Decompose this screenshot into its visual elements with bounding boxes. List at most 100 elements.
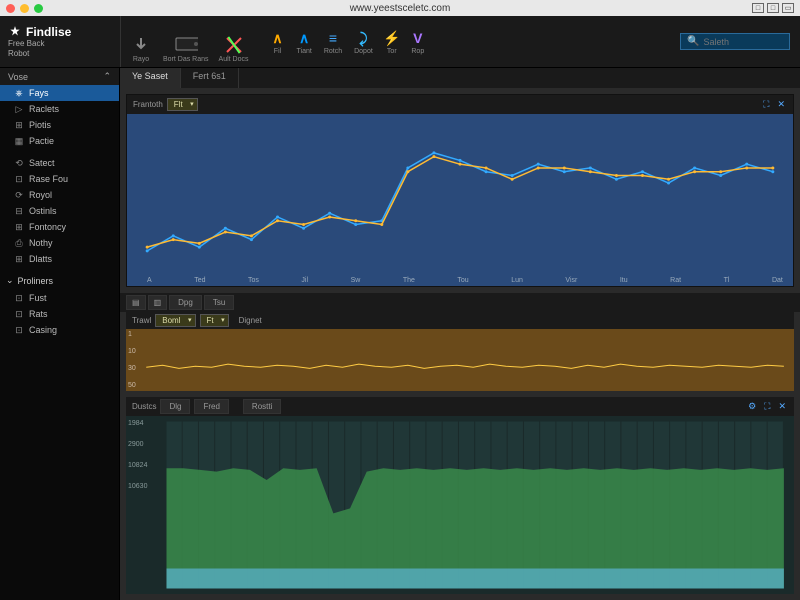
minimize-window[interactable] <box>20 4 29 13</box>
subtab-1[interactable]: Tsu <box>204 295 234 310</box>
brand-sub1: Free Back <box>8 40 112 49</box>
panel3-head: Dustcs Dlg Fred Rostti ⚙ ⛶ ✕ <box>126 397 794 416</box>
window-controls <box>6 4 43 13</box>
tab-1[interactable]: Fert 6s1 <box>181 68 239 88</box>
panel1-label: Frantoth <box>133 100 163 109</box>
sidebar-item-casing[interactable]: ⊡Casing <box>0 322 119 338</box>
arrow-down-icon <box>130 36 152 54</box>
close-window[interactable] <box>6 4 15 13</box>
main-area: Ye SasetFert 6s1 Frantoth Flt ⛶ ✕ ATedTo… <box>120 68 800 600</box>
sidebar-item-icon: ⊞ <box>14 254 24 264</box>
tool-bort[interactable]: Bort Das Rans <box>159 33 213 65</box>
sidebar-item-fontoncy[interactable]: ⊞Fontoncy <box>0 219 119 235</box>
topbar: Findlise Free Back Robot Rayo Bort Das R… <box>0 16 800 68</box>
panel2-head: Trawl Boml Ft Dignet <box>126 312 794 329</box>
sidebar-item-icon: ⊡ <box>14 309 24 319</box>
sidebar-item-fust[interactable]: ⊡Fust <box>0 290 119 306</box>
panel3-action-expand[interactable]: ⛶ <box>762 401 772 412</box>
cross-tools-icon <box>224 35 244 55</box>
sidebar-item-pactie[interactable]: ▦Pactie <box>0 133 119 149</box>
chart1: ATedTosJilSwTheTouLunVisrItuRatTlDat <box>127 114 793 286</box>
panel3-tab-0[interactable]: Dlg <box>160 399 190 414</box>
tool-rayo[interactable]: Rayo <box>125 33 157 65</box>
tool-ault[interactable]: Ault Docs <box>215 33 253 65</box>
chart2: 1103050 <box>126 329 794 391</box>
tab-0[interactable]: Ye Saset <box>120 68 181 88</box>
chart3: 198429001082410630 <box>126 416 794 594</box>
sidebar-item-icon: ⊞ <box>14 222 24 232</box>
brand-name: Findlise <box>26 25 71 39</box>
sidebar-item-icon: ⊡ <box>14 325 24 335</box>
subtab-icon-1[interactable]: ▥ <box>148 295 168 310</box>
sidebar-item-ostinls[interactable]: ⊟Ostinls <box>0 203 119 219</box>
sidebar-item-raclets[interactable]: ▷Raclets <box>0 101 119 117</box>
sidebar-item-satect[interactable]: ⟲Satect <box>0 155 119 171</box>
tool-small-icon: ∧ <box>297 28 311 48</box>
subtab-0[interactable]: Dpg <box>169 295 202 310</box>
chevron-icon: ⌃ <box>103 71 111 82</box>
panel-chart2: Trawl Boml Ft Dignet 1103050 <box>126 312 794 391</box>
tool-small-0[interactable]: ∧Fil <box>265 26 291 57</box>
brand-sub2: Robot <box>8 50 112 59</box>
tool-small-1[interactable]: ∧Tiant <box>291 26 318 57</box>
search-box[interactable]: 🔍 <box>680 33 790 50</box>
sidebar-item-icon: ⊟ <box>14 206 24 216</box>
sidebar-item-icon: ⊡ <box>14 293 24 303</box>
panel-chart3: Dustcs Dlg Fred Rostti ⚙ ⛶ ✕ 19842900108… <box>126 397 794 594</box>
url-text: www.yeestsceletc.com <box>350 3 451 14</box>
sidebar-item-rase fou[interactable]: ⊡Rase Fou <box>0 171 119 187</box>
maximize-window[interactable] <box>34 4 43 13</box>
search-input[interactable] <box>703 37 783 47</box>
panel1-head: Frantoth Flt ⛶ ✕ <box>127 95 793 114</box>
sidebar-item-piotis[interactable]: ⊞Piotis <box>0 117 119 133</box>
search-icon: 🔍 <box>687 36 699 47</box>
sidebar-section-proliners[interactable]: ⌄ Proliners <box>0 271 119 290</box>
tool-small-icon: ⤸ <box>356 28 370 48</box>
sidebar-item-icon: ▦ <box>14 136 24 146</box>
titlebar: www.yeestsceletc.com □ □ ▭ <box>0 0 800 16</box>
sidebar-item-dlatts[interactable]: ⊞Dlatts <box>0 251 119 267</box>
sidebar-item-icon: ⟳ <box>14 190 24 200</box>
chevron-down-icon: ⌄ <box>6 275 14 286</box>
panel3-action-close[interactable]: ✕ <box>776 401 788 412</box>
toolgroup-main: Rayo Bort Das Rans Ault Docs <box>120 16 257 67</box>
panel1-action-expand[interactable]: ⛶ <box>761 99 771 110</box>
panel-chart1: Frantoth Flt ⛶ ✕ ATedTosJilSwTheTouLunVi… <box>126 94 794 287</box>
tool-small-2[interactable]: ≡Rotch <box>318 26 348 57</box>
tool-small-3[interactable]: ⤸Dopot <box>348 26 379 57</box>
tool-small-icon: ⚡ <box>385 28 399 48</box>
win-btn-1[interactable]: □ <box>752 3 764 13</box>
sidebar-item-fays[interactable]: ⎈Fays <box>0 85 119 101</box>
brand-logo-icon <box>8 25 22 39</box>
tool-small-icon: ≡ <box>326 28 340 48</box>
panel2-dropdown1[interactable]: Boml <box>155 314 195 327</box>
search-wrap: 🔍 <box>680 33 790 50</box>
panel1-action-close[interactable]: ✕ <box>775 99 787 110</box>
subtab-icon-0[interactable]: ▤ <box>126 295 146 310</box>
sidebar-item-icon: ⎈ <box>14 88 24 98</box>
panel1-dropdown[interactable]: Flt <box>167 98 198 111</box>
tool-small-5[interactable]: VRop <box>405 26 431 57</box>
sidebar-item-royol[interactable]: ⟳Royol <box>0 187 119 203</box>
tool-small-icon: ∧ <box>271 28 285 48</box>
sidebar-item-nothy[interactable]: ⎙Nothy <box>0 235 119 251</box>
monitor-icon <box>174 36 198 54</box>
panel3-tab-1[interactable]: Fred <box>194 399 228 414</box>
brand-block: Findlise Free Back Robot <box>0 21 120 63</box>
panel3-action-settings[interactable]: ⚙ <box>746 401 758 412</box>
sidebar-item-icon: ⟲ <box>14 158 24 168</box>
window-buttons-right: □ □ ▭ <box>752 3 794 13</box>
tool-small-4[interactable]: ⚡Tor <box>379 26 405 57</box>
win-btn-2[interactable]: □ <box>767 3 779 13</box>
sidebar: Vose ⌃ ⎈Fays▷Raclets⊞Piotis▦Pactie ⟲Sate… <box>0 68 120 600</box>
sidebar-header[interactable]: Vose ⌃ <box>0 68 119 85</box>
subtabs: ▤▥DpgTsu <box>120 293 800 312</box>
main-tabs: Ye SasetFert 6s1 <box>120 68 800 88</box>
panel3-btn[interactable]: Rostti <box>243 399 281 414</box>
sidebar-item-icon: ▷ <box>14 104 24 114</box>
sidebar-item-icon: ⊞ <box>14 120 24 130</box>
win-btn-3[interactable]: ▭ <box>782 3 794 13</box>
sidebar-item-rats[interactable]: ⊡Rats <box>0 306 119 322</box>
toolgroup-small: ∧Fil∧Tiant≡Rotch⤸Dopot⚡TorVRop <box>257 26 431 57</box>
panel2-dropdown2[interactable]: Ft <box>200 314 229 327</box>
